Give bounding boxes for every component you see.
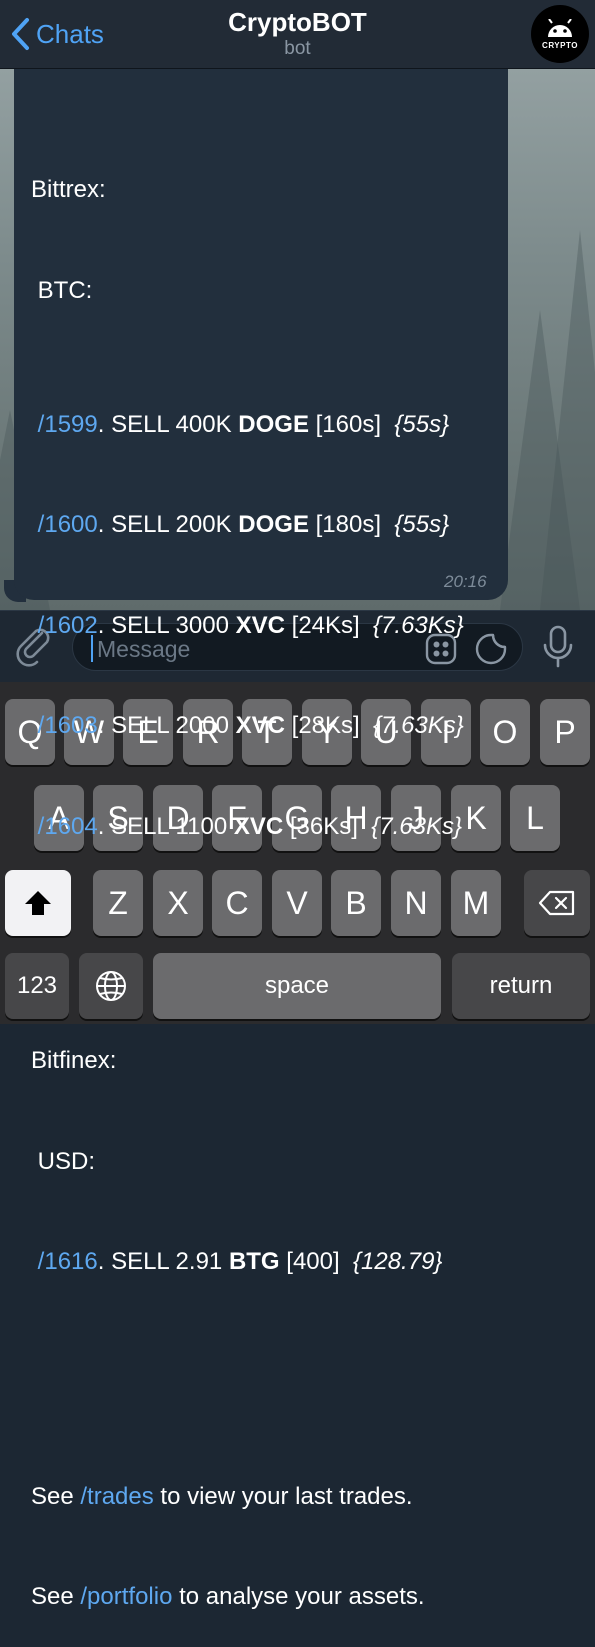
trade-line: /1603. SELL 2000 XVC [28Ks] {7.63Ks} <box>37 712 464 739</box>
trade-line: /1600. SELL 200K DOGE [180s] {55s} <box>37 511 450 538</box>
trade-line: /1604. SELL 1100 XVC [36Ks] {7.63Ks} <box>37 812 462 840</box>
return-key[interactable]: return <box>452 953 590 1019</box>
market-name: BTC: <box>37 276 93 304</box>
key-p[interactable]: P <box>540 699 590 765</box>
message-timestamp: 20:16 <box>444 572 487 591</box>
trade-command-link[interactable]: /1599 <box>38 411 98 438</box>
microphone-icon[interactable] <box>540 625 576 669</box>
portfolio-command-link[interactable]: /portfolio <box>80 1583 172 1610</box>
backspace-key[interactable] <box>524 870 590 936</box>
trade-command-link[interactable]: /1603 <box>38 712 98 739</box>
trade-line: /1602. SELL 3000 XVC [24Ks] {7.63Ks} <box>37 611 464 639</box>
trade-command-link[interactable]: /1604 <box>38 813 98 840</box>
trade-command-link[interactable]: /1616 <box>38 1248 98 1275</box>
android-robot-icon <box>548 18 572 37</box>
trade-command-link[interactable]: /1600 <box>38 511 98 538</box>
trade-command-link[interactable]: /1602 <box>38 612 98 639</box>
chat-header: Chats CryptoBOT bot CRYPTO <box>0 0 595 69</box>
backspace-icon <box>538 890 575 916</box>
chevron-left-icon <box>12 18 29 50</box>
exchange-name: Bittrex: <box>31 176 106 203</box>
back-button[interactable]: Chats <box>10 14 104 54</box>
key-o[interactable]: O <box>480 699 530 765</box>
sticker-icon[interactable] <box>475 633 507 665</box>
bot-avatar[interactable]: CRYPTO <box>531 5 589 63</box>
avatar-label: CRYPTO <box>542 40 578 50</box>
trade-line: /1616. SELL 2.91 BTG [400] {128.79} <box>37 1248 443 1275</box>
key-l[interactable]: L <box>510 785 560 851</box>
message-text: Bittrex: BTC: /1599. SELL 400K DOGE [160… <box>31 176 464 1610</box>
exchange-name: Bitfinex: <box>31 1047 117 1074</box>
back-label: Chats <box>36 18 104 49</box>
trades-command-link[interactable]: /trades <box>80 1483 153 1510</box>
market-name: USD: <box>37 1147 96 1175</box>
trade-line: /1599. SELL 400K DOGE [160s] {55s} <box>37 410 450 438</box>
